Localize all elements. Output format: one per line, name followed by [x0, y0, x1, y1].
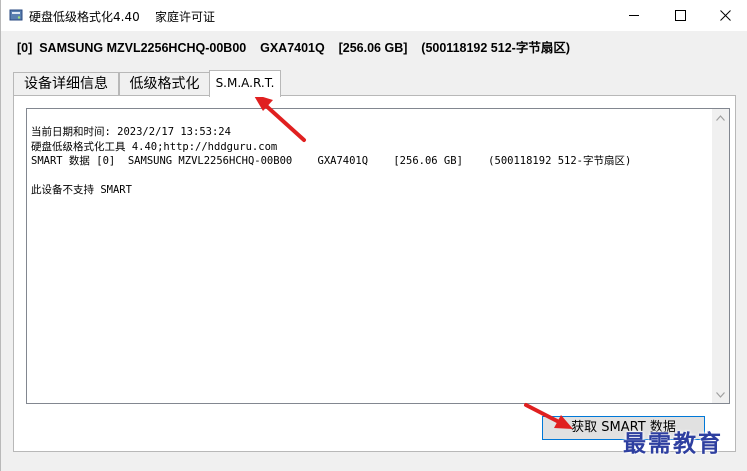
watermark-text: 最需教育: [623, 430, 723, 457]
minimize-button[interactable]: [611, 0, 657, 31]
smart-output-textarea[interactable]: 当前日期和时间: 2023/2/17 13:53:24 硬盘低级格式化工具 4.4…: [26, 108, 730, 404]
smart-line-device: SMART 数据 [0] SAMSUNG MZVL2256HCHQ-00B00 …: [31, 155, 632, 167]
maximize-icon: [674, 10, 686, 21]
chevron-down-icon: [716, 391, 725, 398]
tab-label: 低级格式化: [129, 76, 200, 92]
smart-line-tool: 硬盘低级格式化工具 4.40;http://hddguru.com: [31, 140, 278, 153]
scroll-down-button[interactable]: [712, 386, 729, 403]
tab-low-level-format[interactable]: 低级格式化: [119, 72, 210, 96]
app-window: 硬盘低级格式化4.40 家庭许可证 [0] SAMSUNG MZVL2256HC…: [0, 0, 747, 471]
device-info: [0] SAMSUNG MZVL2256HCHQ-00B00 GXA7401Q …: [17, 41, 570, 55]
smart-line-unsupported: 此设备不支持 SMART: [31, 184, 132, 196]
minimize-icon: [628, 15, 639, 16]
maximize-button[interactable]: [657, 0, 703, 31]
vertical-scrollbar[interactable]: [712, 109, 729, 403]
scroll-up-button[interactable]: [712, 109, 729, 126]
tab-smart[interactable]: S.M.A.R.T.: [209, 70, 281, 97]
close-icon: [719, 10, 731, 21]
window-title: 硬盘低级格式化4.40 家庭许可证: [29, 10, 215, 24]
chevron-up-icon: [716, 114, 725, 121]
smart-output-text: 当前日期和时间: 2023/2/17 13:53:24 硬盘低级格式化工具 4.4…: [31, 125, 631, 198]
watermark-logo: 最需教育: [623, 424, 723, 458]
tab-label: 设备详细信息: [24, 76, 108, 92]
tab-device-details[interactable]: 设备详细信息: [13, 72, 119, 96]
title-bar[interactable]: 硬盘低级格式化4.40 家庭许可证: [1, 0, 747, 31]
smart-line-blank: [31, 169, 631, 184]
close-button[interactable]: [702, 0, 747, 31]
app-icon: [9, 9, 23, 21]
smart-line-datetime: 当前日期和时间: 2023/2/17 13:53:24: [31, 126, 231, 138]
tab-label: S.M.A.R.T.: [215, 76, 275, 90]
